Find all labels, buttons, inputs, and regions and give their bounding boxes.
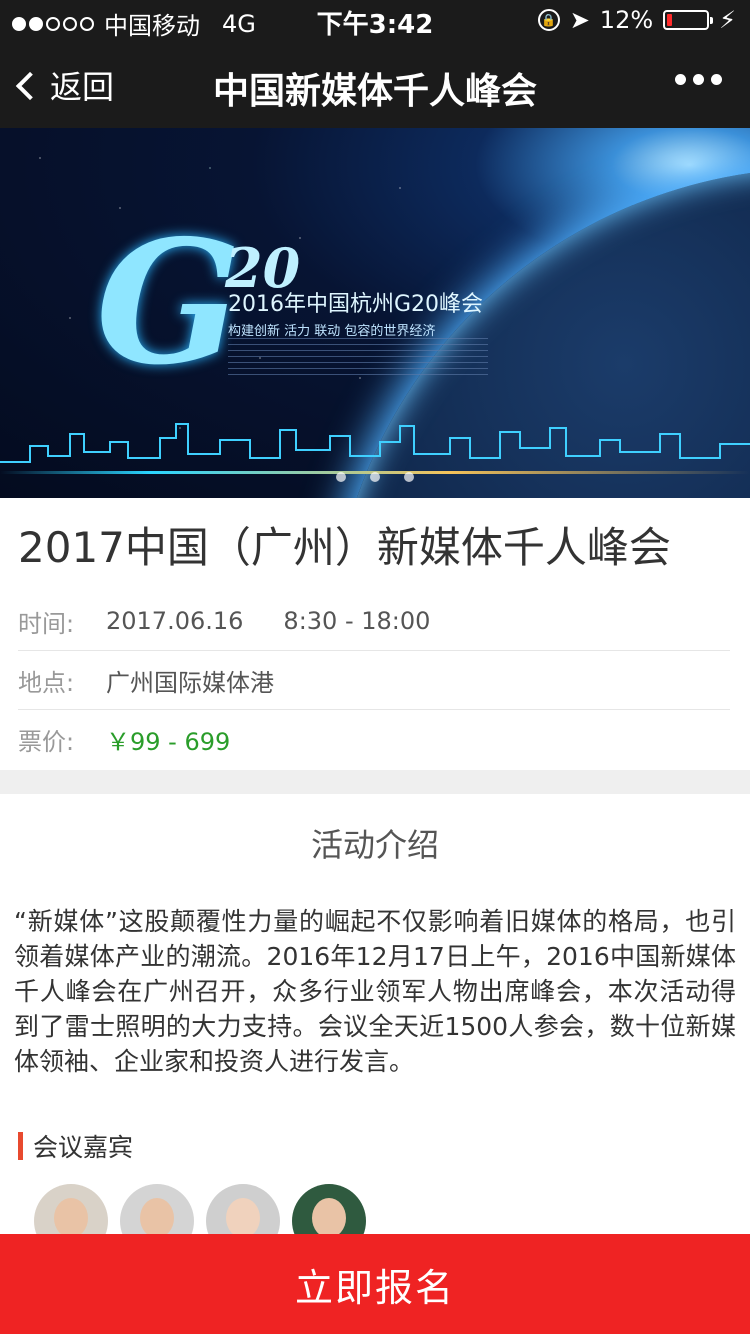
heading-accent-bar [18,1132,23,1160]
avatar-face [54,1198,88,1238]
event-title: 2017中国（广州）新媒体千人峰会 [18,523,671,572]
banner-headline: 2016年中国杭州G20峰会 [228,292,484,317]
banner-logo-letter: G [96,203,242,403]
time-label: 时间: [18,609,75,638]
info-row-place: 地点: 广州国际媒体港 [18,651,730,710]
info-row-price: 票价: ￥99 - 699 [18,710,730,769]
guests-heading-label: 会议嘉宾 [33,1133,134,1162]
place-label: 地点: [18,668,75,697]
carousel-pager[interactable] [336,472,414,482]
pager-dot[interactable] [336,472,346,482]
avatar-face [312,1198,346,1238]
avatar-face [140,1198,174,1238]
intro-heading: 活动介绍 [310,826,439,864]
event-price: ￥99 - 699 [106,728,231,756]
charging-icon: ⚡ [719,6,736,34]
section-divider [0,770,750,794]
banner-fine-print [228,338,488,376]
avatar-face [226,1198,260,1238]
banner-carousel[interactable]: G 20 2016年中国杭州G20峰会 构建创新 活力 联动 包容的世界经济 [0,128,750,498]
status-right: 🔒 ➤ 12% ⚡ [537,6,736,34]
price-label: 票价: [18,728,75,756]
intro-text: “新媒体”这股颠覆性力量的崛起不仅影响着旧媒体的格局，也引领着媒体产业的潮流。2… [14,907,736,1076]
battery-percent: 12% [599,6,654,34]
event-hours: 8:30 - 18:00 [283,607,431,635]
battery-icon [663,10,714,30]
page-title: 中国新媒体千人峰会 [212,71,537,112]
nav-bar: 返回 中国新媒体千人峰会 [0,40,750,128]
status-bar: 中国移动 4G 下午3:42 🔒 ➤ 12% ⚡ [0,0,750,40]
orientation-lock-icon: 🔒 [537,9,560,31]
info-row-time: 时间: 2017.06.16 8:30 - 18:00 [18,592,730,651]
location-arrow-icon: ➤ [569,6,590,34]
pager-dot[interactable] [370,472,380,482]
battery-fill [667,14,673,26]
event-place[interactable]: 广州国际媒体港 [106,663,274,698]
city-skyline [0,423,750,463]
event-date: 2017.06.16 [106,607,244,635]
guests-heading: 会议嘉宾 [18,1128,133,1164]
pager-dot[interactable] [404,472,414,482]
signup-button[interactable]: 立即报名 [0,1234,750,1334]
more-options-icon[interactable] [675,74,722,85]
banner-slogan: 构建创新 活力 联动 包容的世界经济 [228,324,436,339]
